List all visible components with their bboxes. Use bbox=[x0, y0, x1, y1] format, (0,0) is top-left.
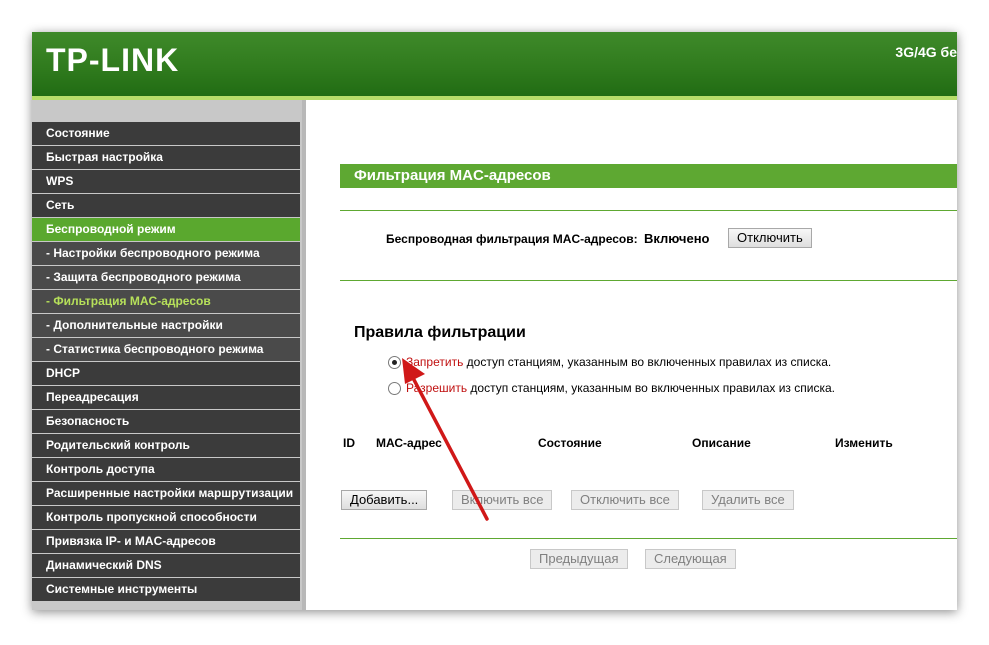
header-bar: TP-LINK 3G/4G бе bbox=[32, 32, 957, 100]
deny-rule-text: Запретить доступ станциям, указанным во … bbox=[406, 355, 831, 369]
allow-word: Разрешить bbox=[406, 381, 468, 395]
page-title: Фильтрация MAC-адресов bbox=[340, 164, 957, 188]
column-header-state: Состояние bbox=[538, 436, 602, 450]
main-content: Фильтрация MAC-адресов Беспроводная филь… bbox=[306, 100, 957, 610]
sidebar-item-wireless-settings[interactable]: - Настройки беспроводного режима bbox=[32, 242, 300, 265]
deny-radio[interactable] bbox=[388, 356, 401, 369]
allow-rule-text: Разрешить доступ станциям, указанным во … bbox=[406, 381, 835, 395]
sidebar-item-system-tools[interactable]: Системные инструменты bbox=[32, 578, 300, 601]
sidebar: Состояние Быстрая настройка WPS Сеть Бес… bbox=[32, 100, 302, 610]
enable-all-button[interactable]: Включить все bbox=[452, 490, 553, 510]
column-header-mac: МАС-адрес bbox=[376, 436, 442, 450]
filter-status: Включено bbox=[644, 231, 710, 246]
column-header-id: ID bbox=[343, 436, 355, 450]
allow-radio[interactable] bbox=[388, 382, 401, 395]
sidebar-item-wireless-advanced[interactable]: - Дополнительные настройки bbox=[32, 314, 300, 337]
sidebar-item-mac-filtering[interactable]: - Фильтрация MAC-адресов bbox=[32, 290, 300, 313]
divider-line bbox=[340, 280, 957, 281]
delete-all-button[interactable]: Удалить все bbox=[702, 490, 794, 510]
allow-description: доступ станциям, указанным во включенных… bbox=[470, 381, 835, 395]
sidebar-menu: Состояние Быстрая настройка WPS Сеть Бес… bbox=[32, 122, 300, 602]
column-header-description: Описание bbox=[692, 436, 751, 450]
disable-all-button[interactable]: Отключить все bbox=[571, 490, 679, 510]
sidebar-item-wps[interactable]: WPS bbox=[32, 170, 300, 193]
router-admin-window: TP-LINK 3G/4G бе Состояние Быстрая настр… bbox=[32, 32, 957, 610]
radio-selected-dot bbox=[392, 360, 397, 365]
sidebar-item-network[interactable]: Сеть bbox=[32, 194, 300, 217]
filter-label: Беспроводная фильтрация MAC-адресов: bbox=[386, 232, 638, 246]
sidebar-item-parental-control[interactable]: Родительский контроль bbox=[32, 434, 300, 457]
deny-description: доступ станциям, указанным во включенных… bbox=[466, 355, 832, 369]
sidebar-item-security[interactable]: Безопасность bbox=[32, 410, 300, 433]
prev-page-button[interactable]: Предыдущая bbox=[530, 549, 628, 569]
sidebar-item-dhcp[interactable]: DHCP bbox=[32, 362, 300, 385]
deny-word: Запретить bbox=[406, 355, 464, 369]
tp-link-logo: TP-LINK bbox=[46, 42, 180, 78]
divider-line bbox=[340, 538, 957, 539]
sidebar-item-dynamic-dns[interactable]: Динамический DNS bbox=[32, 554, 300, 577]
sidebar-item-ip-mac-binding[interactable]: Привязка IP- и MAC-адресов bbox=[32, 530, 300, 553]
rules-title: Правила фильтрации bbox=[354, 324, 526, 341]
sidebar-item-status[interactable]: Состояние bbox=[32, 122, 300, 145]
add-button[interactable]: Добавить... bbox=[341, 490, 428, 510]
column-header-edit: Изменить bbox=[835, 436, 893, 450]
sidebar-item-wireless[interactable]: Беспроводной режим bbox=[32, 218, 300, 241]
sidebar-item-quick-setup[interactable]: Быстрая настройка bbox=[32, 146, 300, 169]
disable-filter-button[interactable]: Отключить bbox=[728, 228, 812, 248]
sidebar-item-wireless-statistics[interactable]: - Статистика беспроводного режима bbox=[32, 338, 300, 361]
model-title: 3G/4G бе bbox=[895, 44, 957, 60]
sidebar-item-access-control[interactable]: Контроль доступа bbox=[32, 458, 300, 481]
sidebar-item-forwarding[interactable]: Переадресация bbox=[32, 386, 300, 409]
sidebar-item-wireless-security[interactable]: - Защита беспроводного режима bbox=[32, 266, 300, 289]
sidebar-item-bandwidth-control[interactable]: Контроль пропускной способности bbox=[32, 506, 300, 529]
sidebar-item-advanced-routing[interactable]: Расширенные настройки маршрутизации bbox=[32, 482, 300, 505]
next-page-button[interactable]: Следующая bbox=[645, 549, 736, 569]
divider-line bbox=[340, 210, 957, 211]
